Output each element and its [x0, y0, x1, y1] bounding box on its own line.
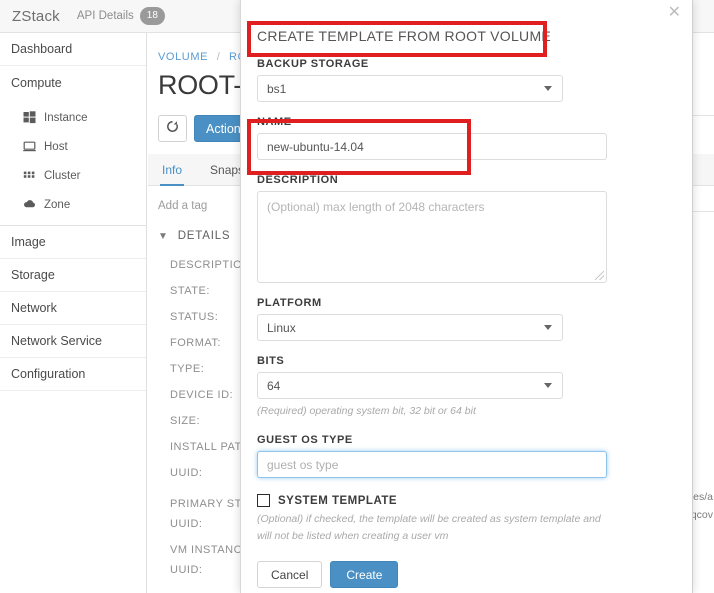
panel-divider: [692, 211, 714, 212]
sidebar-item-label: Instance: [44, 111, 88, 124]
description-label: DESCRIPTION: [257, 174, 339, 186]
platform-label: PLATFORM: [257, 297, 322, 309]
sidebar-item-label: Storage: [11, 268, 55, 282]
right-panel-sliver: es/a qcov: [690, 66, 714, 593]
create-button-label: Create: [346, 567, 383, 582]
sidebar-item-image[interactable]: Image: [0, 226, 146, 259]
system-template-hint-line2: will not be listed when creating a user …: [257, 530, 449, 542]
chevron-down-icon: ▼: [158, 230, 169, 242]
sidebar: Dashboard Compute Instance Host Cluster …: [0, 33, 147, 593]
modal-body: BACKUP STORAGE bs1 NAME new-ubuntu-14.04…: [241, 58, 692, 588]
platform-value: Linux: [267, 320, 296, 335]
api-details-link[interactable]: API Details 18: [77, 7, 165, 25]
sidebar-item-network[interactable]: Network: [0, 292, 146, 325]
description-placeholder: (Optional) max length of 2048 characters: [267, 200, 485, 214]
bits-select[interactable]: 64: [257, 372, 563, 399]
modal-footer: Cancel Create: [257, 561, 676, 588]
cancel-button-label: Cancel: [271, 567, 309, 582]
bits-hint: (Required) operating system bit, 32 bit …: [257, 405, 476, 417]
api-details-label: API Details: [76, 10, 134, 22]
cluster-icon: [23, 169, 36, 182]
backup-storage-value: bs1: [267, 81, 287, 96]
panel-divider: [692, 115, 714, 116]
api-details-count-badge: 18: [139, 7, 165, 25]
sidebar-item-label: Image: [11, 235, 46, 249]
sidebar-item-label: Network Service: [11, 334, 102, 348]
platform-select[interactable]: Linux: [257, 314, 563, 341]
brand-logo[interactable]: ZStack: [12, 8, 60, 25]
backup-storage-label: BACKUP STORAGE: [257, 58, 369, 70]
sidebar-item-label: Dashboard: [11, 42, 73, 56]
guest-os-type-input[interactable]: guest os type: [257, 451, 607, 478]
resize-handle-icon[interactable]: [595, 271, 604, 280]
sidebar-compute-subgroup: Instance Host Cluster Zone: [0, 99, 146, 226]
sidebar-item-label: Network: [11, 301, 57, 315]
leaked-text: qcov: [690, 509, 713, 521]
name-label: NAME: [257, 116, 292, 128]
system-template-row[interactable]: SYSTEM TEMPLATE: [257, 494, 676, 507]
chevron-down-icon: [544, 383, 552, 388]
sidebar-item-label: Zone: [44, 198, 71, 211]
guest-os-type-placeholder: guest os type: [267, 457, 339, 472]
name-input[interactable]: new-ubuntu-14.04: [257, 133, 607, 160]
tab-label: Info: [162, 163, 183, 177]
leaked-text: es/a: [693, 491, 713, 503]
sidebar-item-network-service[interactable]: Network Service: [0, 325, 146, 358]
chevron-down-icon: [544, 86, 552, 91]
modal-title: CREATE TEMPLATE FROM ROOT VOLUME: [257, 28, 552, 44]
sidebar-item-compute[interactable]: Compute: [0, 66, 146, 99]
sidebar-item-storage[interactable]: Storage: [0, 259, 146, 292]
name-value: new-ubuntu-14.04: [267, 139, 364, 154]
add-tag-label: Add a tag: [158, 200, 208, 212]
bits-label: BITS: [257, 355, 285, 367]
refresh-icon: [166, 120, 179, 138]
sidebar-item-dashboard[interactable]: Dashboard: [0, 33, 146, 66]
guest-os-type-label: GUEST OS TYPE: [257, 434, 353, 446]
refresh-button[interactable]: [158, 115, 187, 142]
sidebar-item-label: Cluster: [44, 169, 81, 182]
zone-icon: [23, 198, 36, 211]
details-header-label: DETAILS: [177, 230, 231, 242]
sidebar-item-label: Compute: [11, 75, 62, 90]
create-button[interactable]: Create: [330, 561, 399, 588]
breadcrumb-root[interactable]: VOLUME: [158, 51, 208, 63]
cancel-button[interactable]: Cancel: [257, 561, 323, 588]
system-template-hint-line1: (Optional) if checked, the template will…: [257, 513, 601, 525]
bits-value: 64: [267, 378, 281, 393]
create-template-modal: ✕ CREATE TEMPLATE FROM ROOT VOLUME BACKU…: [240, 0, 693, 593]
sidebar-item-zone[interactable]: Zone: [0, 190, 146, 219]
sidebar-item-label: Configuration: [11, 367, 86, 381]
sidebar-item-configuration[interactable]: Configuration: [0, 358, 146, 391]
screen-root: ZStack API Details 18 Dashboard Compute …: [0, 0, 714, 593]
host-icon: [23, 140, 36, 153]
description-textarea[interactable]: (Optional) max length of 2048 characters: [257, 191, 607, 283]
backup-storage-select[interactable]: bs1: [257, 75, 563, 102]
chevron-down-icon: [544, 325, 552, 330]
tab-info[interactable]: Info: [148, 154, 196, 186]
sidebar-item-host[interactable]: Host: [0, 132, 146, 161]
action-button-label: Action: [206, 121, 241, 136]
sidebar-item-instance[interactable]: Instance: [0, 103, 146, 132]
system-template-checkbox[interactable]: [257, 494, 270, 507]
close-icon[interactable]: ✕: [668, 5, 681, 21]
sidebar-item-cluster[interactable]: Cluster: [0, 161, 146, 190]
sidebar-item-label: Host: [44, 140, 68, 153]
breadcrumb-separator: /: [216, 51, 221, 63]
instance-icon: [23, 111, 36, 124]
system-template-label: SYSTEM TEMPLATE: [278, 494, 398, 507]
